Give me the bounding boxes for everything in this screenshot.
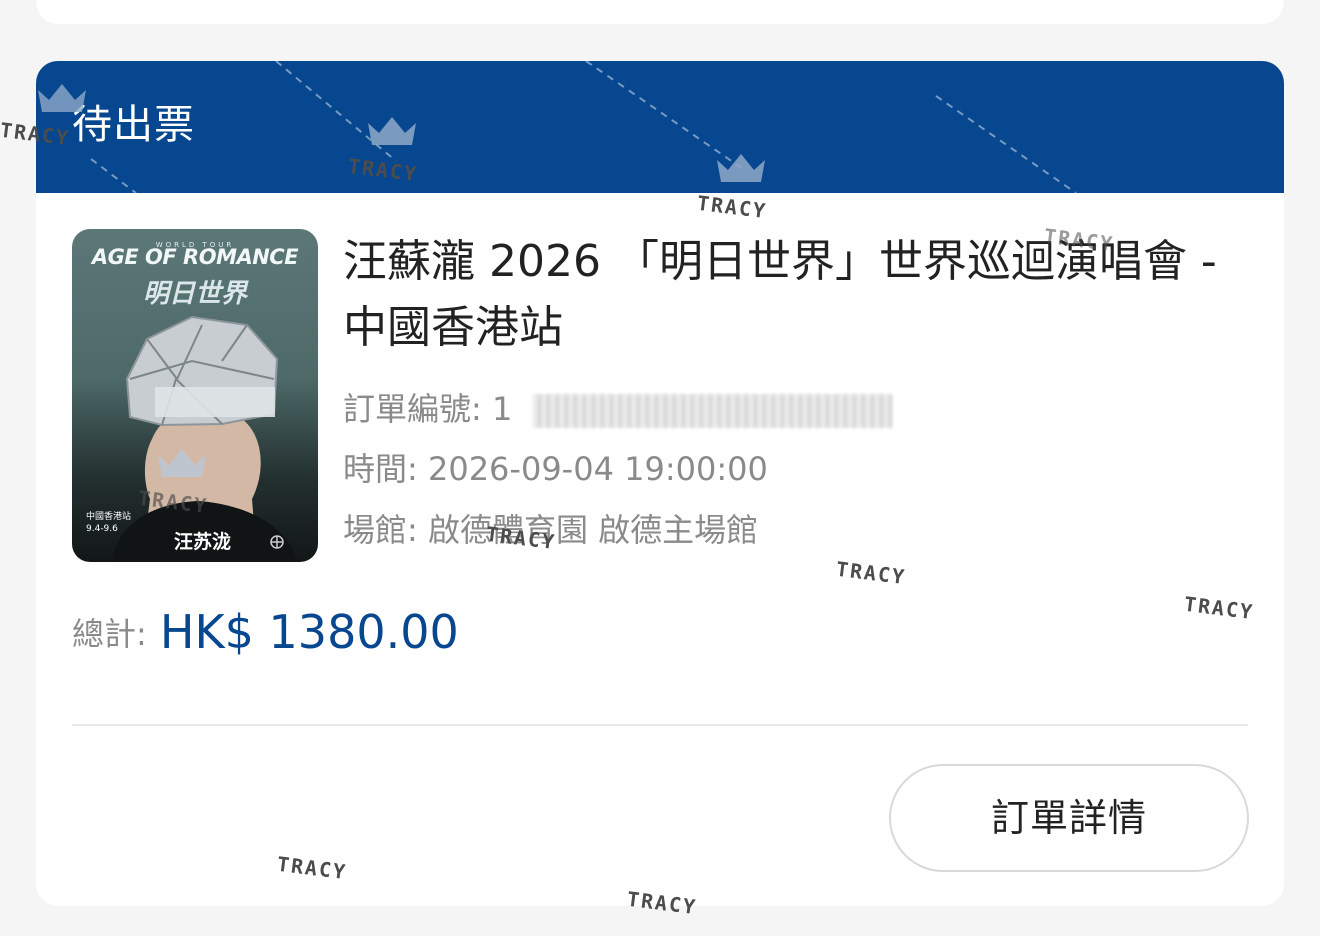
poster-chinese-title: 明日世界 — [142, 279, 247, 309]
event-time-value: 2026-09-04 19:00:00 — [427, 450, 768, 488]
total-label: 總計: — [72, 615, 147, 653]
venue-row: 場館: 啟德體育園 啟德主場館 — [343, 510, 758, 550]
poster-dates: 9.4-9.6 — [86, 524, 118, 534]
order-number-value: 1 — [491, 390, 513, 428]
event-title: 汪蘇瀧 2026 「明日世界」世界巡迴演唱會 - 中國香港站 — [343, 236, 1217, 353]
order-details-button[interactable]: 訂單詳情 — [889, 764, 1249, 872]
order-number-row: 訂單編號: 1 — [343, 389, 893, 429]
order-status-header: 待出票 — [36, 61, 1284, 193]
status-bar-watermark-lines — [90, 61, 1077, 193]
order-total: 總計: HK$ 1380.00 — [72, 605, 459, 659]
event-time-label: 時間: — [343, 450, 418, 488]
total-amount: HK$ 1380.00 — [159, 605, 459, 659]
event-time-row: 時間: 2026-09-04 19:00:00 — [343, 449, 768, 489]
event-poster-image: WORLD TOUR AGE OF ROMANCE 明日世界 中國香港站 9.4… — [72, 229, 318, 562]
divider — [72, 724, 1248, 726]
order-card[interactable]: 待出票 WORLD TOUR AGE OF ROMANCE 明日世界 中國香港站… — [36, 61, 1284, 906]
redacted-order-number — [532, 394, 893, 428]
poster-city: 中國香港站 — [86, 512, 132, 522]
poster-event-info: 中國香港站 9.4-9.6 — [86, 511, 131, 535]
venue-label: 場館: — [343, 511, 418, 549]
previous-order-card — [36, 0, 1284, 24]
order-number-label: 訂單編號: — [343, 390, 482, 428]
venue-value: 啟德體育園 啟德主場館 — [427, 511, 759, 549]
poster-artist-name: 汪苏泷 — [174, 531, 232, 553]
poster-title: AGE OF ROMANCE — [91, 245, 299, 269]
